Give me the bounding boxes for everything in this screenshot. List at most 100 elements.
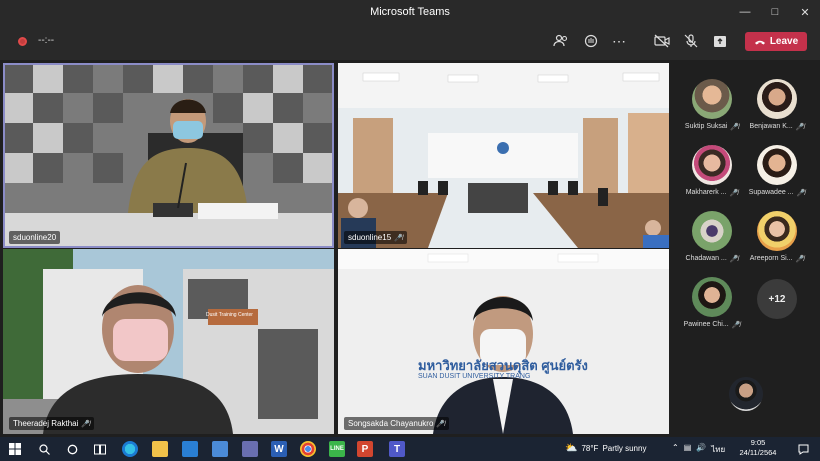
mail-icon[interactable] <box>182 441 198 457</box>
roster-participant[interactable]: Chadawan ... 🎤̸ <box>676 211 748 263</box>
banner-thai-text: มหาวิทยาลัยสวนดุสิต ศูนย์ตรัง <box>418 358 588 373</box>
participant-name-tag: Theeradej Rakthai 🎤̸ <box>9 417 95 430</box>
video-tile[interactable]: มหาวิทยาลัยสวนดุสิต ศูนย์ตรัง SUAN DUSIT… <box>338 249 669 434</box>
mic-off-icon: 🎤̸ <box>796 190 806 197</box>
phone-hangup-icon <box>754 40 765 44</box>
window-controls: — □ ✕ <box>730 0 820 24</box>
participant-name: sduonline15 <box>348 233 392 242</box>
avatar <box>692 277 732 317</box>
windows-start-icon[interactable] <box>7 441 23 457</box>
weather-temp: 78°F <box>581 444 599 453</box>
leave-label: Leave <box>769 36 799 47</box>
weather-icon: ⛅ <box>565 443 578 454</box>
mic-off-icon: 🎤̸ <box>731 322 741 329</box>
clock-time: 9:05 <box>750 438 766 447</box>
meeting-timer: --:-- <box>38 35 55 46</box>
avatar <box>757 211 797 251</box>
participant-name-tag: Songsakda Chayanukro 🎤̸ <box>344 417 450 430</box>
roster-participant[interactable]: Pawinee Chi... 🎤̸ <box>676 277 748 329</box>
participants-icon[interactable] <box>551 31 571 51</box>
bus-sign-text: Dusit Training Center <box>206 312 253 318</box>
maximize-icon[interactable]: □ <box>760 0 790 24</box>
store-icon[interactable] <box>212 441 228 457</box>
more-participants-count: +12 <box>768 293 786 305</box>
avatar <box>692 145 732 185</box>
participant-name: Theeradej Rakthai <box>13 419 79 428</box>
mic-off-icon: 🎤̸ <box>729 190 739 197</box>
line-app-icon[interactable]: LINE <box>329 441 345 457</box>
language-indicator[interactable]: ไทย <box>711 443 725 456</box>
more-options-icon[interactable]: ⋯ <box>609 31 629 51</box>
video-feed <box>3 249 334 434</box>
weather-text: Partly sunny <box>602 444 647 453</box>
video-tile[interactable]: sduonline20 <box>3 63 334 248</box>
video-stage: sduonline20 sduonline15 🎤̸ Theeradej Rak… <box>0 60 672 437</box>
mic-off-icon: 🎤̸ <box>436 420 446 428</box>
file-explorer-icon[interactable] <box>152 441 168 457</box>
chevron-up-icon[interactable]: ⌃ <box>672 443 679 456</box>
notifications-icon[interactable] <box>795 441 811 457</box>
volume-icon[interactable]: 🔊 <box>696 443 706 456</box>
chrome-icon[interactable] <box>300 441 316 457</box>
camera-off-icon[interactable] <box>652 31 672 51</box>
weather-widget[interactable]: ⛅ 78°F Partly sunny <box>565 443 646 454</box>
mic-off-icon: 🎤̸ <box>81 420 91 428</box>
participant-name: Areeporn Si... <box>749 255 793 262</box>
mic-off-icon: 🎤̸ <box>730 124 740 131</box>
teams-icon[interactable]: T <box>389 441 405 457</box>
window-title: Microsoft Teams <box>370 6 450 18</box>
participant-name: Makharerk ... <box>685 189 727 196</box>
taskbar-clock[interactable]: 9:05 24/11/2564 <box>733 438 783 458</box>
minimize-icon[interactable]: — <box>730 0 760 24</box>
video-feed <box>338 249 669 434</box>
more-participants-button[interactable]: +12 <box>757 279 797 319</box>
participant-name: Songsakda Chayanukro <box>348 419 434 428</box>
raise-hand-icon[interactable] <box>581 31 601 51</box>
roster-participant[interactable]: Areeporn Si... 🎤̸ <box>741 211 813 263</box>
video-feed <box>3 63 334 248</box>
mic-off-icon: 🎤̸ <box>795 124 805 131</box>
participant-name: Benjawan K... <box>749 123 793 130</box>
self-view[interactable] <box>729 377 763 411</box>
edge-icon[interactable] <box>122 441 138 457</box>
roster-participant[interactable]: Suktip Suksai 🎤̸ <box>676 79 748 131</box>
search-icon[interactable] <box>36 441 52 457</box>
avatar <box>757 79 797 119</box>
title-bar: Microsoft Teams <box>0 0 820 24</box>
word-icon[interactable]: W <box>271 441 287 457</box>
cortana-icon[interactable] <box>64 441 80 457</box>
participant-name: Pawinee Chi... <box>683 321 729 328</box>
network-icon[interactable]: ▤ <box>684 443 692 456</box>
participant-name: Supawadee ... <box>748 189 794 196</box>
recording-icon <box>18 37 27 46</box>
participant-name: Suktip Suksai <box>684 123 728 130</box>
mic-off-icon: 🎤̸ <box>795 256 805 263</box>
roster-participant[interactable]: Benjawan K... 🎤̸ <box>741 79 813 131</box>
mic-off-icon: 🎤̸ <box>394 234 403 242</box>
leave-button[interactable]: Leave <box>745 32 807 51</box>
participant-name: sduonline20 <box>13 233 57 242</box>
mic-off-icon: 🎤̸ <box>729 256 739 263</box>
roster-participant[interactable]: Supawadee ... 🎤̸ <box>741 145 813 197</box>
powerpoint-icon[interactable]: P <box>357 441 373 457</box>
avatar <box>692 79 732 119</box>
task-view-icon[interactable] <box>92 441 108 457</box>
video-tile[interactable]: Theeradej Rakthai 🎤̸ <box>3 249 334 434</box>
app-icon[interactable] <box>242 441 258 457</box>
close-icon[interactable]: ✕ <box>790 0 820 24</box>
avatar <box>757 145 797 185</box>
clock-date: 24/11/2564 <box>739 448 777 457</box>
avatar <box>692 211 732 251</box>
share-screen-icon[interactable] <box>710 31 730 51</box>
roster-participant[interactable]: Makharerk ... 🎤̸ <box>676 145 748 197</box>
mic-off-icon[interactable] <box>681 31 701 51</box>
scene-banner-sub: SUAN DUSIT UNIVERSITY TRANG <box>418 373 530 380</box>
scene-sign: Dusit Training Center <box>206 312 253 318</box>
banner-sub-text: SUAN DUSIT UNIVERSITY TRANG <box>418 373 531 380</box>
tray-icons: ⌃ ▤ 🔊 ไทย <box>672 443 725 456</box>
participant-name-tag: sduonline20 <box>9 231 61 244</box>
video-tile[interactable]: sduonline15 🎤̸ <box>338 63 669 248</box>
video-feed <box>338 63 669 248</box>
participant-name: Chadawan ... <box>685 255 727 262</box>
participant-name-tag: sduonline15 🎤̸ <box>344 231 407 244</box>
